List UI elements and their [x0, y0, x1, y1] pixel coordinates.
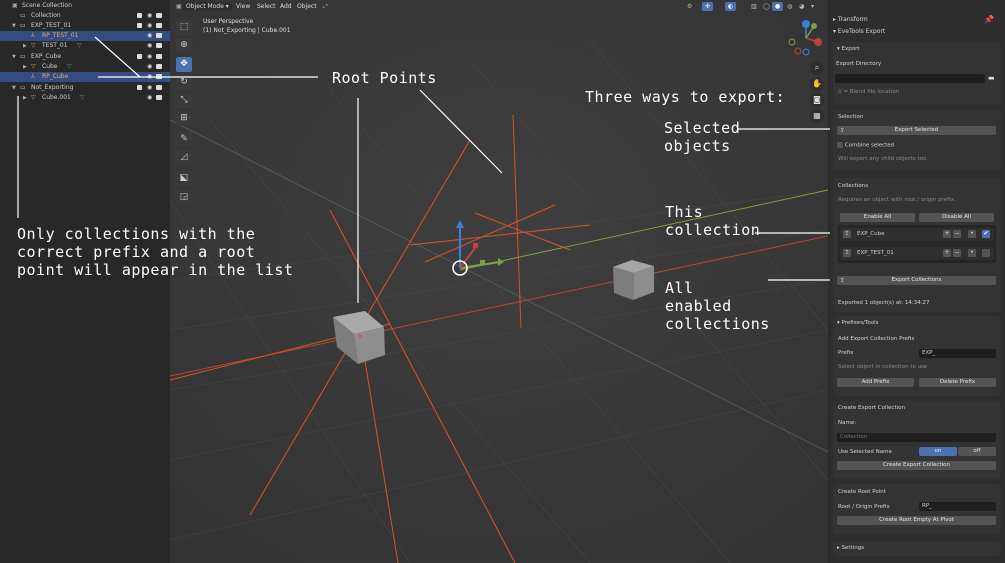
- list-item[interactable]: ⇪ EXP_TEST_01 + − •: [840, 247, 994, 260]
- annotation-three-ways: Three ways to export:: [585, 88, 786, 106]
- prefix-input[interactable]: EXP_: [919, 349, 996, 358]
- annotation-root-points: Root Points: [332, 69, 437, 87]
- export-directory-field[interactable]: [835, 74, 985, 83]
- settings-header[interactable]: ▸ Settings: [837, 545, 864, 551]
- add-prefix-button[interactable]: Add Prefix: [837, 378, 914, 387]
- name-label: Name:: [838, 420, 857, 426]
- enable-all-button[interactable]: Enable All: [840, 213, 915, 222]
- add-icon[interactable]: +: [943, 249, 951, 257]
- annotation-selected-objects: Selected objects: [664, 119, 741, 155]
- annotation-this-collection: This collection: [665, 203, 761, 239]
- remove-icon[interactable]: −: [953, 249, 961, 257]
- select-icon[interactable]: •: [968, 230, 976, 238]
- export-selected-button[interactable]: ⇪ Export Selected: [837, 126, 996, 135]
- create-root-empty-button[interactable]: Create Root Empty At Pivot: [837, 516, 996, 525]
- delete-prefix-button[interactable]: Delete Prefix: [919, 378, 996, 387]
- create-collection-header: Create Export Collection: [838, 405, 905, 411]
- enabled-checkbox[interactable]: [982, 249, 990, 257]
- export-header[interactable]: ▾ Export: [837, 46, 860, 52]
- create-export-collection-button[interactable]: Create Export Collection: [837, 461, 996, 470]
- prefixes-header-label: Prefixes/Tools: [841, 320, 879, 326]
- settings-label: Settings: [841, 545, 865, 551]
- export-directory-hint: // = Blend file location: [838, 89, 900, 95]
- addon-panel-header[interactable]: ▾ EveTools Export: [833, 28, 885, 35]
- root-prefix-input[interactable]: RP_: [919, 502, 996, 511]
- export-collections-button[interactable]: ⇪ Export Collections: [837, 276, 996, 285]
- collections-hint: Requires an object with root / origin pr…: [838, 197, 956, 203]
- annotation-all-enabled: All enabled collections: [665, 279, 770, 333]
- list-item[interactable]: ⇪ EXP_Cube + − • ✔: [840, 228, 994, 241]
- root-prefix-label: Root / Origin Prefix: [838, 504, 890, 510]
- pin-icon[interactable]: 📌: [984, 15, 994, 24]
- selection-header: Selection: [838, 114, 864, 120]
- use-selected-off-button[interactable]: off: [958, 447, 996, 456]
- combine-selected-checkbox[interactable]: Combine selected: [837, 142, 894, 149]
- create-root-header: Create Root Point: [838, 489, 886, 495]
- folder-icon[interactable]: ▬: [988, 74, 995, 82]
- selection-hint: Will export any child objects too.: [838, 156, 928, 162]
- prefix-hint: Select object in collection to use: [838, 364, 928, 370]
- disable-all-button[interactable]: Disable All: [919, 213, 994, 222]
- combine-selected-label: Combine selected: [844, 142, 895, 149]
- export-icon: ⇪: [840, 277, 846, 284]
- prefixes-header[interactable]: ▾ Prefixes/Tools: [837, 320, 878, 326]
- export-status: Exported 1 object(s) at: 14:34:27: [838, 300, 930, 306]
- export-icon[interactable]: ⇪: [843, 230, 851, 238]
- collection-name: EXP_TEST_01: [857, 250, 894, 256]
- collection-name-input[interactable]: Collection: [837, 433, 996, 442]
- remove-icon[interactable]: −: [953, 230, 961, 238]
- select-icon[interactable]: •: [968, 249, 976, 257]
- use-selected-name-label: Use Selected Name: [838, 449, 892, 455]
- collections-header: Collections: [838, 183, 869, 189]
- addon-label: EveTools Export: [837, 28, 886, 35]
- use-selected-on-button[interactable]: on: [919, 447, 957, 456]
- export-selected-label: Export Selected: [894, 127, 939, 133]
- add-icon[interactable]: +: [943, 230, 951, 238]
- export-icon[interactable]: ⇪: [843, 249, 851, 257]
- collection-name: EXP_Cube: [857, 231, 885, 237]
- export-header-label: Export: [841, 46, 860, 52]
- annotation-only-collections: Only collections with the correct prefix…: [17, 225, 294, 279]
- export-collections-label: Export Collections: [891, 277, 942, 283]
- export-icon: ⇪: [840, 127, 846, 134]
- transform-panel-header[interactable]: ▸ Transform: [833, 16, 868, 23]
- transform-label: Transform: [837, 16, 868, 23]
- enabled-checkbox[interactable]: ✔: [982, 230, 990, 238]
- checkbox-icon: [837, 142, 843, 148]
- collections-list: ⇪ EXP_Cube + − • ✔ ⇪ EXP_TEST_01 + − •: [838, 225, 996, 263]
- prefix-label: Prefix: [838, 350, 854, 356]
- export-directory-label: Export Directory: [836, 61, 882, 67]
- add-prefix-label: Add Export Collection Prefix: [838, 336, 915, 342]
